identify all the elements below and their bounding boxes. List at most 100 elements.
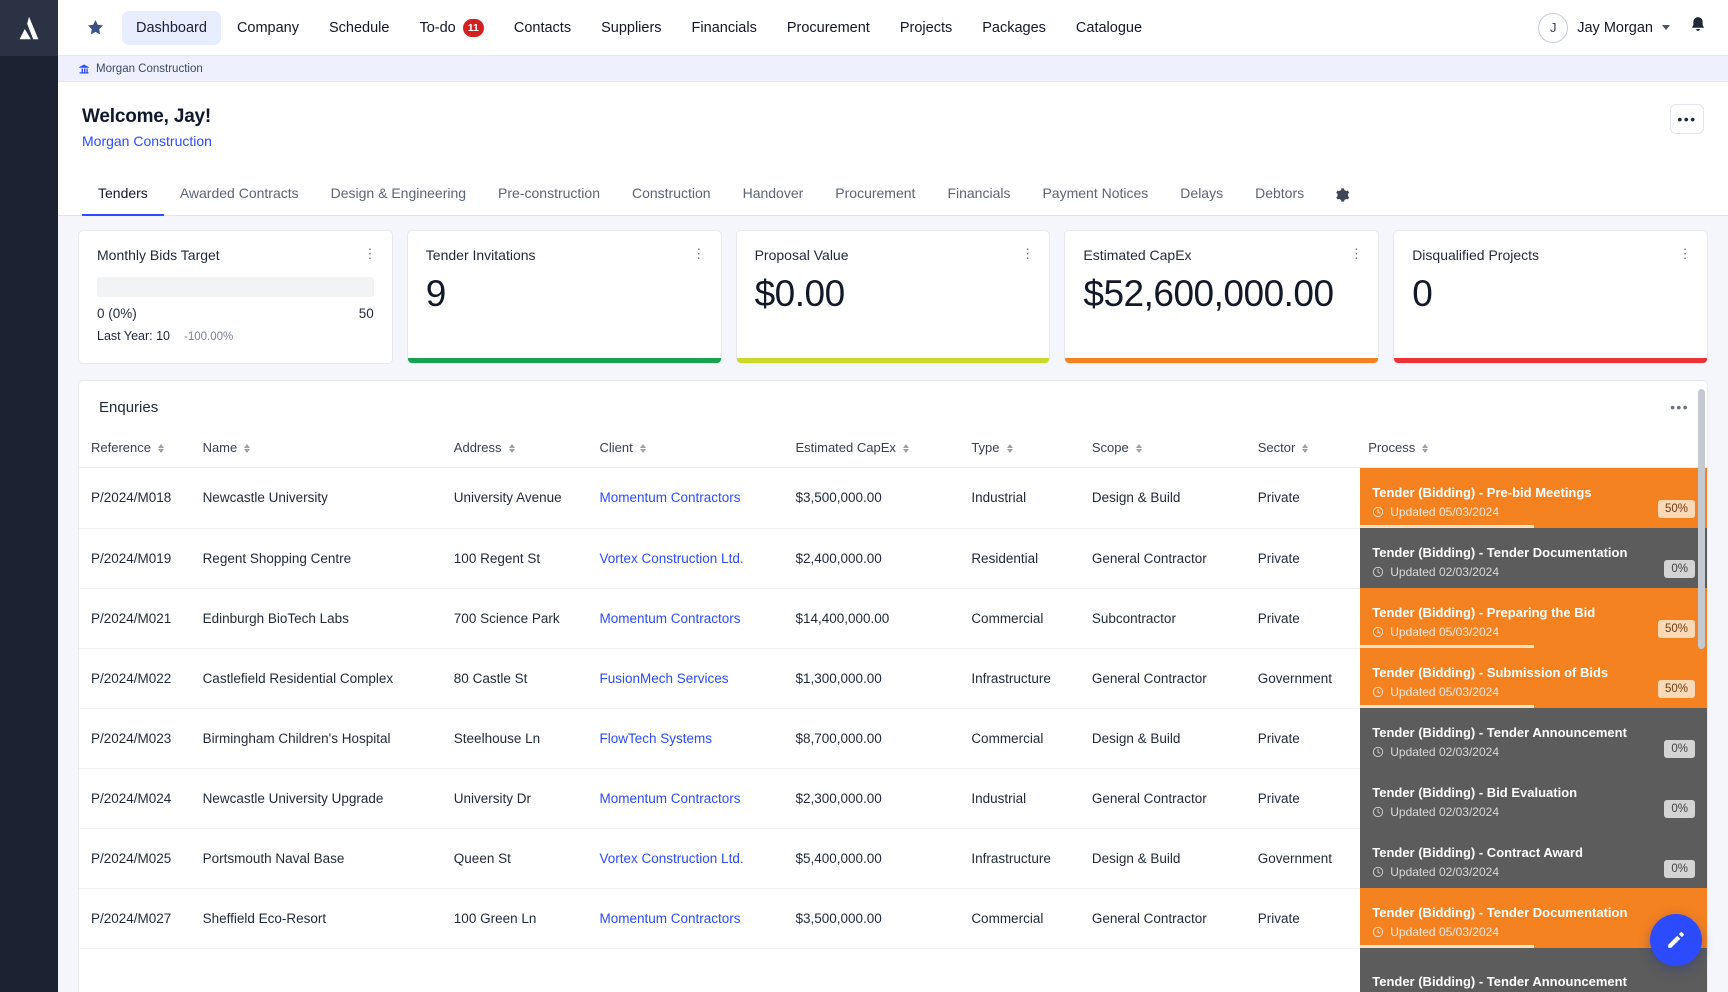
process-updated-label: Updated 05/03/2024 xyxy=(1390,685,1499,699)
nav-item-company[interactable]: Company xyxy=(223,11,313,45)
process-status-badge[interactable]: Tender (Bidding) - Tender AnnouncementUp… xyxy=(1360,708,1707,768)
column-header-scope[interactable]: Scope xyxy=(1084,430,1250,468)
table-row[interactable]: P/2024/M022Castlefield Residential Compl… xyxy=(79,648,1707,708)
tab-handover[interactable]: Handover xyxy=(727,173,820,216)
cell-client[interactable] xyxy=(592,948,788,992)
table-row[interactable]: P/2024/M021Edinburgh BioTech Labs700 Sci… xyxy=(79,588,1707,648)
brand-logo[interactable] xyxy=(0,0,58,56)
cell-reference: P/2024/M025 xyxy=(79,828,195,888)
nav-item-schedule[interactable]: Schedule xyxy=(315,11,403,45)
nav-item-contacts[interactable]: Contacts xyxy=(500,11,585,45)
process-updated-label: Updated 02/03/2024 xyxy=(1390,805,1499,819)
sort-toggle-icon[interactable] xyxy=(244,444,250,453)
kpi-options-button[interactable]: ⋮ xyxy=(1021,246,1035,262)
nav-item-to-do[interactable]: To-do11 xyxy=(405,10,497,46)
process-title: Tender (Bidding) - Submission of Bids xyxy=(1372,665,1695,681)
breadcrumb-label[interactable]: Morgan Construction xyxy=(96,63,203,75)
tab-settings-button[interactable] xyxy=(1320,177,1364,215)
cell-scope xyxy=(1084,948,1250,992)
nav-item-projects[interactable]: Projects xyxy=(886,11,966,45)
table-row[interactable]: Tender (Bidding) - Tender Announcement xyxy=(79,948,1707,992)
sort-toggle-icon[interactable] xyxy=(1007,444,1013,453)
cell-process: Tender (Bidding) - Tender DocumentationU… xyxy=(1360,528,1707,588)
tab-construction[interactable]: Construction xyxy=(616,173,727,216)
process-status-badge[interactable]: Tender (Bidding) - Pre-bid MeetingsUpdat… xyxy=(1360,468,1707,528)
sort-toggle-icon[interactable] xyxy=(1302,444,1308,453)
nav-item-suppliers[interactable]: Suppliers xyxy=(587,11,675,45)
kpi-options-button[interactable]: ⋮ xyxy=(1350,246,1364,262)
cell-scope: General Contractor xyxy=(1084,528,1250,588)
tab-awarded-contracts[interactable]: Awarded Contracts xyxy=(164,173,315,216)
nav-item-label: Contacts xyxy=(514,20,571,36)
nav-item-procurement[interactable]: Procurement xyxy=(773,11,884,45)
kpi-progress-legend: 0 (0%)50 xyxy=(97,306,374,321)
column-header-estimated-capex[interactable]: Estimated CapEx xyxy=(787,430,963,468)
table-row[interactable]: P/2024/M018Newcastle UniversityUniversit… xyxy=(79,468,1707,529)
tab-design-engineering[interactable]: Design & Engineering xyxy=(315,173,482,216)
tab-pre-construction[interactable]: Pre-construction xyxy=(482,173,616,216)
cell-sector xyxy=(1250,948,1361,992)
process-title: Tender (Bidding) - Tender Documentation xyxy=(1372,545,1695,561)
tab-payment-notices[interactable]: Payment Notices xyxy=(1026,173,1164,216)
process-title: Tender (Bidding) - Preparing the Bid xyxy=(1372,605,1695,621)
nav-item-label: Dashboard xyxy=(136,20,207,36)
column-header-process[interactable]: Process xyxy=(1360,430,1707,468)
table-row[interactable]: P/2024/M023Birmingham Children's Hospita… xyxy=(79,708,1707,768)
nav-item-catalogue[interactable]: Catalogue xyxy=(1062,11,1156,45)
process-status-badge[interactable]: Tender (Bidding) - Contract AwardUpdated… xyxy=(1360,828,1707,888)
nav-item-packages[interactable]: Packages xyxy=(968,11,1060,45)
table-row[interactable]: P/2024/M024Newcastle University UpgradeU… xyxy=(79,768,1707,828)
notifications-button[interactable] xyxy=(1688,15,1708,40)
table-vertical-scrollbar[interactable] xyxy=(1698,389,1705,989)
nav-item-financials[interactable]: Financials xyxy=(678,11,771,45)
cell-sector: Private xyxy=(1250,588,1361,648)
cell-scope: Design & Build xyxy=(1084,708,1250,768)
kpi-options-button[interactable]: ⋮ xyxy=(363,246,377,262)
table-vertical-scroll-thumb[interactable] xyxy=(1698,389,1705,649)
table-row[interactable]: P/2024/M019Regent Shopping Centre100 Reg… xyxy=(79,528,1707,588)
column-header-reference[interactable]: Reference xyxy=(79,430,195,468)
process-status-badge[interactable]: Tender (Bidding) - Submission of Bids Upd… xyxy=(1360,648,1707,708)
kpi-options-button[interactable]: ⋮ xyxy=(692,246,706,262)
tab-financials[interactable]: Financials xyxy=(931,173,1026,216)
table-row[interactable]: P/2024/M027Sheffield Eco-Resort100 Green… xyxy=(79,888,1707,948)
column-header-name[interactable]: Name xyxy=(195,430,446,468)
column-header-type[interactable]: Type xyxy=(963,430,1084,468)
tab-debtors[interactable]: Debtors xyxy=(1239,173,1320,216)
tab-tenders[interactable]: Tenders xyxy=(82,173,164,216)
sort-toggle-icon[interactable] xyxy=(158,444,164,453)
cell-address: 700 Science Park xyxy=(446,588,592,648)
edit-fab-button[interactable] xyxy=(1650,914,1702,966)
company-link[interactable]: Morgan Construction xyxy=(82,133,212,149)
cell-client[interactable]: FlowTech Systems xyxy=(592,708,788,768)
process-updated-label: Updated 05/03/2024 xyxy=(1390,925,1499,939)
process-status-badge[interactable]: Tender (Bidding) - Bid EvaluationUpdated… xyxy=(1360,768,1707,828)
cell-client[interactable]: Momentum Contractors xyxy=(592,588,788,648)
table-row[interactable]: P/2024/M025Portsmouth Naval BaseQueen St… xyxy=(79,828,1707,888)
column-header-sector[interactable]: Sector xyxy=(1250,430,1361,468)
column-header-address[interactable]: Address xyxy=(446,430,592,468)
cell-client[interactable]: Vortex Construction Ltd. xyxy=(592,528,788,588)
process-status-badge[interactable]: Tender (Bidding) - Preparing the BidUpda… xyxy=(1360,588,1707,648)
process-status-badge[interactable]: Tender (Bidding) - Tender DocumentationU… xyxy=(1360,528,1707,588)
user-menu[interactable]: J Jay Morgan xyxy=(1538,13,1670,43)
tab-delays[interactable]: Delays xyxy=(1164,173,1239,216)
sort-toggle-icon[interactable] xyxy=(1422,444,1428,453)
sort-toggle-icon[interactable] xyxy=(903,444,909,453)
enquiries-options-button[interactable]: ••• xyxy=(1670,399,1689,415)
tab-procurement[interactable]: Procurement xyxy=(819,173,931,216)
cell-client[interactable]: Momentum Contractors xyxy=(592,468,788,529)
cell-address: 100 Regent St xyxy=(446,528,592,588)
kpi-options-button[interactable]: ⋮ xyxy=(1679,246,1693,262)
sort-toggle-icon[interactable] xyxy=(1136,444,1142,453)
cell-client[interactable]: Momentum Contractors xyxy=(592,888,788,948)
sort-toggle-icon[interactable] xyxy=(509,444,515,453)
nav-item-dashboard[interactable]: Dashboard xyxy=(122,11,221,45)
sort-toggle-icon[interactable] xyxy=(640,444,646,453)
cell-client[interactable]: FusionMech Services xyxy=(592,648,788,708)
cell-client[interactable]: Vortex Construction Ltd. xyxy=(592,828,788,888)
cell-client[interactable]: Momentum Contractors xyxy=(592,768,788,828)
column-header-client[interactable]: Client xyxy=(592,430,788,468)
favorites-star-button[interactable] xyxy=(78,11,112,45)
page-options-button[interactable]: ••• xyxy=(1670,104,1704,134)
